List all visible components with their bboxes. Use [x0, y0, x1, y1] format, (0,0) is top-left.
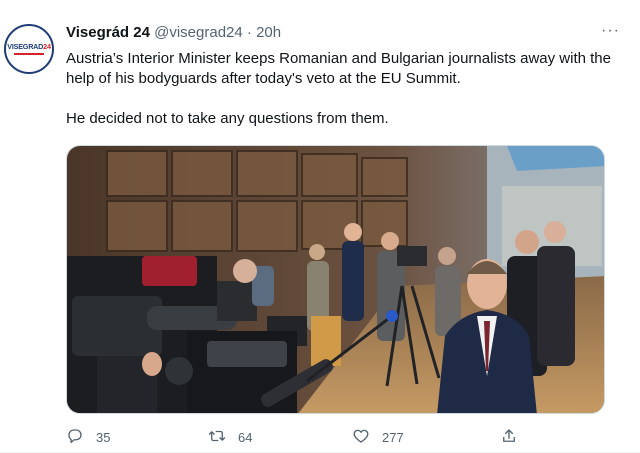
tweet-header: Visegrád 24 @visegrad24 · 20h	[66, 24, 281, 41]
press-scrum-photo	[67, 146, 604, 413]
tweet-actions: 35 64 277	[66, 427, 536, 449]
retweet-button[interactable]: 64	[208, 427, 252, 445]
like-icon	[353, 429, 369, 443]
share-icon	[503, 429, 515, 442]
like-count: 277	[382, 429, 404, 445]
reply-count: 35	[96, 429, 111, 445]
tweet-photo[interactable]	[66, 145, 605, 414]
avatar[interactable]: VISEGRAD24	[4, 24, 54, 74]
avatar-logo-underline	[14, 52, 44, 55]
share-button[interactable]	[500, 427, 530, 445]
more-icon[interactable]: ···	[601, 22, 620, 40]
reply-button[interactable]: 35	[66, 427, 110, 445]
tweet-text-paragraph-1: Austria’s Interior Minister keeps Romani…	[66, 50, 611, 87]
avatar-logo-highlight: 24	[43, 42, 51, 52]
tweet-text: Austria’s Interior Minister keeps Romani…	[66, 49, 626, 129]
display-name[interactable]: Visegrád 24	[66, 24, 150, 41]
user-handle[interactable]: @visegrad24	[154, 24, 243, 41]
separator-dot: ·	[246, 24, 252, 41]
reply-icon	[68, 429, 82, 444]
tweet-text-paragraph-2: He decided not to take any questions fro…	[66, 110, 389, 127]
like-button[interactable]: 277	[352, 427, 404, 445]
tweet[interactable]: VISEGRAD24 Visegrád 24 @visegrad24 · 20h…	[0, 0, 640, 453]
avatar-logo: VISEGRAD24	[7, 43, 51, 50]
retweet-icon	[208, 430, 226, 442]
retweet-count: 64	[238, 429, 253, 445]
avatar-logo-text: VISEGRAD	[7, 42, 44, 52]
tweet-timestamp[interactable]: 20h	[256, 24, 281, 41]
